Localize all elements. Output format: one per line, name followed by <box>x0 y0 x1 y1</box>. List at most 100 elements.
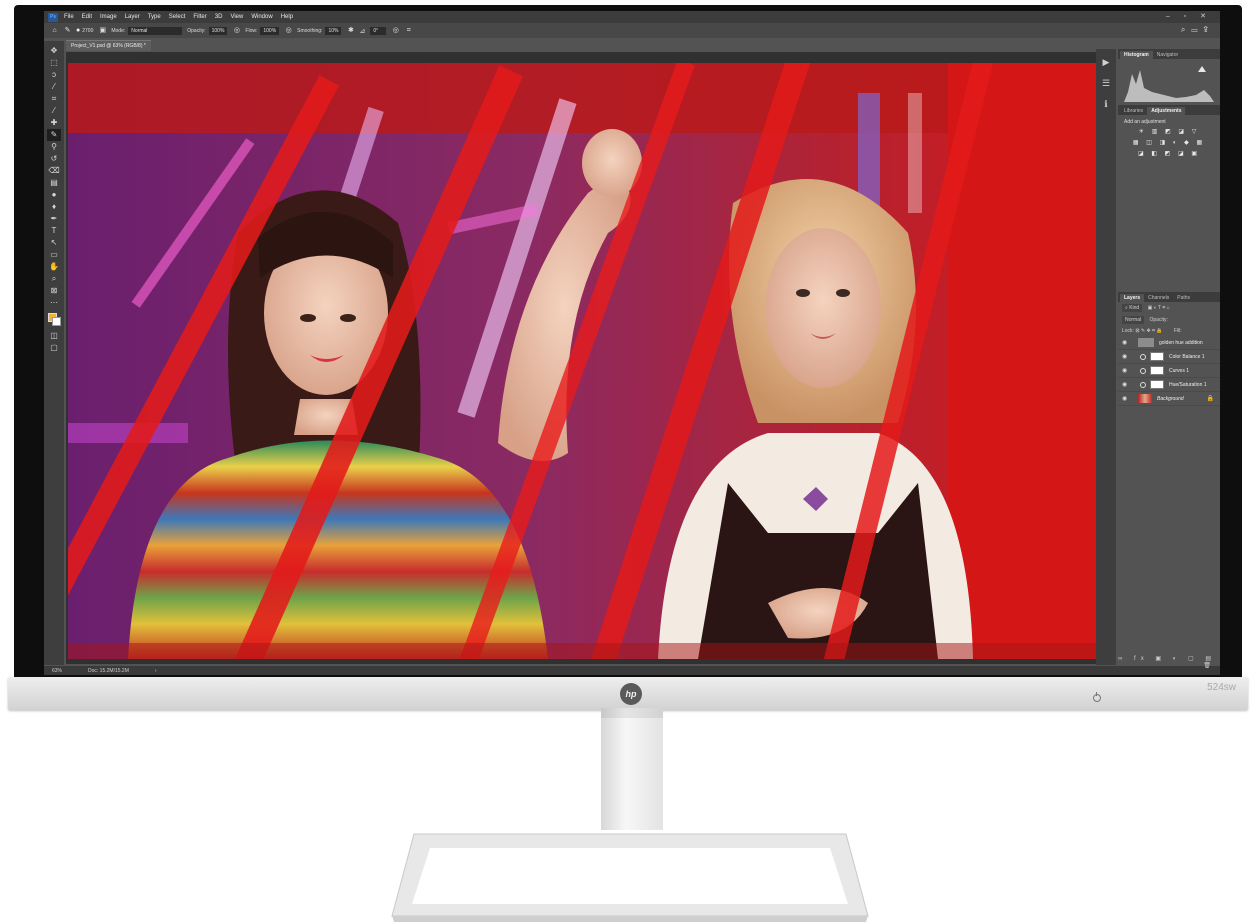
background-color-swatch[interactable] <box>51 317 61 326</box>
play-icon[interactable]: ▶ <box>1103 57 1110 68</box>
layer-row[interactable]: ◉ Color Balance 1 <box>1118 350 1220 364</box>
menu-layer[interactable]: Layer <box>125 14 140 20</box>
brush-settings-icon[interactable]: ▣ <box>98 27 107 35</box>
smoothing-control[interactable]: Smoothing: 10% <box>297 26 342 35</box>
angle-control[interactable]: ⊿ 0° <box>359 26 387 35</box>
layer-row[interactable]: ◉ Curves 1 <box>1118 364 1220 378</box>
eraser-tool-icon[interactable]: ⌫ <box>47 165 61 177</box>
tab-adjustments[interactable]: Adjustments <box>1147 107 1186 115</box>
layer-row[interactable]: ◉ Hue/Saturation 1 <box>1118 378 1220 392</box>
blur-tool-icon[interactable]: ● <box>47 189 61 201</box>
shape-tool-icon[interactable]: ▭ <box>47 249 61 261</box>
tab-channels[interactable]: Channels <box>1144 294 1173 302</box>
mode-select[interactable]: Normal <box>128 26 183 35</box>
menu-view[interactable]: View <box>230 14 243 20</box>
quick-mask-icon[interactable]: ◫ <box>47 330 61 342</box>
properties-icon[interactable]: ☰ <box>1102 78 1110 89</box>
layer-name[interactable]: Color Balance 1 <box>1169 354 1205 360</box>
tab-layers[interactable]: Layers <box>1120 294 1145 302</box>
airbrush-icon[interactable]: ◎ <box>284 27 293 35</box>
menu-3d[interactable]: 3D <box>215 14 223 20</box>
magic-wand-icon[interactable]: ⁄ <box>47 81 61 93</box>
zoom-level[interactable]: 63% <box>52 668 62 674</box>
layer-row[interactable]: ◉ Background 🔒 <box>1118 392 1220 406</box>
flow-field[interactable]: 100% <box>260 26 280 35</box>
layer-name[interactable]: Background <box>1157 396 1184 402</box>
type-tool-icon[interactable]: T <box>47 225 61 237</box>
layer-row[interactable]: ◉ golden hue addition <box>1118 336 1220 350</box>
layer-name[interactable]: golden hue addition <box>1159 340 1203 346</box>
adjustment-icons-row-3[interactable]: ◪ ◧ ◩ ◪ ▣ <box>1118 149 1220 160</box>
brush-tool-icon[interactable]: ✎ <box>63 27 72 35</box>
menu-file[interactable]: File <box>64 14 74 20</box>
flow-control[interactable]: Flow: 100% <box>245 26 280 35</box>
eye-icon[interactable]: ◉ <box>1122 353 1130 360</box>
zoom-tool-icon[interactable]: ⌕ <box>47 273 61 285</box>
kind-filter[interactable]: ⌕ Kind <box>1122 304 1143 312</box>
menu-edit[interactable]: Edit <box>82 14 92 20</box>
layer-mask-thumbnail[interactable] <box>1150 352 1164 361</box>
move-tool-icon[interactable]: ✥ <box>47 45 61 57</box>
eye-icon[interactable]: ◉ <box>1122 381 1130 388</box>
menu-type[interactable]: Type <box>148 14 161 20</box>
menu-filter[interactable]: Filter <box>193 14 206 20</box>
brush-size[interactable]: ● 2700 <box>76 27 93 34</box>
home-icon[interactable]: ⌂ <box>50 27 59 35</box>
screen-mode-icon[interactable]: ▢ <box>47 342 61 354</box>
lasso-tool-icon[interactable]: ↄ <box>47 69 61 81</box>
pressure-opacity-icon[interactable]: ◎ <box>232 27 241 35</box>
info-icon[interactable]: ℹ <box>1104 99 1107 110</box>
pressure-size-icon[interactable]: ◎ <box>391 27 400 35</box>
more-tools-icon[interactable]: ⋯ <box>47 297 61 309</box>
status-menu-arrow[interactable]: › <box>155 668 157 674</box>
tab-navigator[interactable]: Navigator <box>1153 51 1182 59</box>
workspace-icon[interactable]: ▭ <box>1191 25 1203 34</box>
menu-image[interactable]: Image <box>100 14 117 20</box>
menu-window[interactable]: Window <box>251 14 272 20</box>
symmetry-icon[interactable]: ⌗ <box>404 27 413 35</box>
eye-icon[interactable]: ◉ <box>1122 367 1130 374</box>
frame-tool-icon[interactable]: ⊠ <box>47 285 61 297</box>
marquee-tool-icon[interactable]: ⬚ <box>47 57 61 69</box>
canvas-area[interactable] <box>66 52 1116 664</box>
tab-libraries[interactable]: Libraries <box>1120 107 1147 115</box>
share-icon[interactable]: ⇪ <box>1203 25 1214 34</box>
layers-panel-footer-icons[interactable]: ∞ fx ▣ ◐ ▢ ▤ 🗑 <box>1118 655 1220 669</box>
opacity-field[interactable]: 100% <box>208 26 228 35</box>
adjustment-icons-row-1[interactable]: ☀ ▥ ◩ ◪ ▽ <box>1118 127 1220 138</box>
clone-stamp-icon[interactable]: ⚲ <box>47 141 61 153</box>
layer-mask-thumbnail[interactable] <box>1150 380 1164 389</box>
lock-icon[interactable]: 🔒 <box>1207 395 1214 402</box>
brush-tool-icon-sidebar[interactable]: ✎ <box>47 129 61 141</box>
layer-filter-icons[interactable]: ▣ ◐ T ⌗ ⌂ <box>1148 305 1170 311</box>
document-tab[interactable]: Project_V1.psd @ 63% (RGB/8) * <box>66 40 151 51</box>
power-button-icon[interactable] <box>1093 692 1101 702</box>
layer-name[interactable]: Curves 1 <box>1169 368 1189 374</box>
opacity-control[interactable]: Opacity: 100% <box>187 26 228 35</box>
eye-icon[interactable]: ◉ <box>1122 339 1130 346</box>
path-selection-icon[interactable]: ↖ <box>47 237 61 249</box>
layer-mask-thumbnail[interactable] <box>1150 366 1164 375</box>
menu-select[interactable]: Select <box>169 14 186 20</box>
menu-help[interactable]: Help <box>281 14 293 20</box>
blend-mode-select[interactable]: Normal <box>1122 316 1145 324</box>
layer-name[interactable]: Hue/Saturation 1 <box>1169 382 1207 388</box>
dodge-tool-icon[interactable]: ♦ <box>47 201 61 213</box>
window-controls[interactable]: – ▫ ✕ <box>1166 12 1212 20</box>
canvas-photo[interactable] <box>68 63 1104 659</box>
eyedropper-tool-icon[interactable]: ⁄ <box>47 105 61 117</box>
tab-histogram[interactable]: Histogram <box>1120 51 1153 59</box>
healing-brush-icon[interactable]: ✚ <box>47 117 61 129</box>
smoothing-field[interactable]: 10% <box>325 26 342 35</box>
tab-paths[interactable]: Paths <box>1173 294 1194 302</box>
crop-tool-icon[interactable]: ⌗ <box>47 93 61 105</box>
eye-icon[interactable]: ◉ <box>1122 395 1130 402</box>
adjustment-icons-row-2[interactable]: ▦ ◫ ◨ ◐ ◆ ▦ <box>1118 138 1220 149</box>
mode-control[interactable]: Mode: Normal <box>111 26 183 35</box>
smoothing-settings-icon[interactable]: ✱ <box>346 27 355 35</box>
history-brush-icon[interactable]: ↺ <box>47 153 61 165</box>
angle-field[interactable]: 0° <box>370 26 387 35</box>
hand-tool-icon[interactable]: ✋ <box>47 261 61 273</box>
search-icon[interactable]: ⌕ <box>1181 25 1191 34</box>
lock-icons[interactable]: ⊠ ✎ ✥ ⌗ 🔒 <box>1135 328 1162 334</box>
